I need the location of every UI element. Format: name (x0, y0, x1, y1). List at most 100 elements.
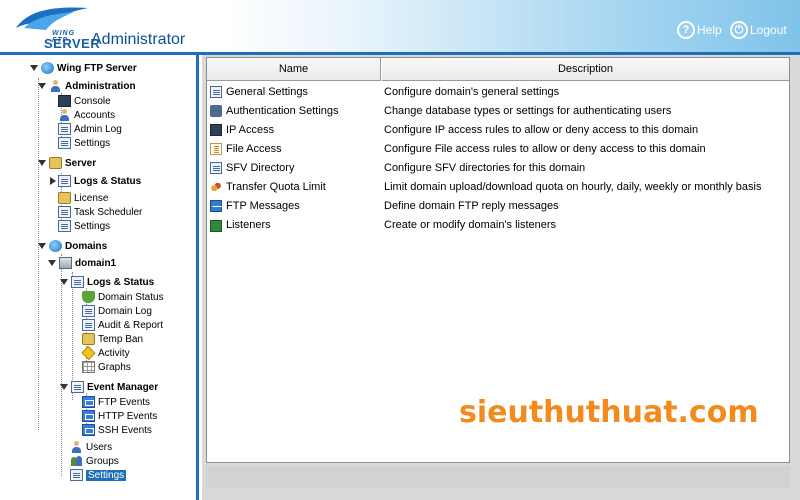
tree-node-domain1[interactable]: domain1 (48, 256, 116, 270)
console-icon (58, 95, 71, 107)
row-description: Define domain FTP reply messages (384, 199, 559, 212)
general-settings-link[interactable]: General Settings (207, 85, 383, 98)
tree-label: Wing FTP Server (57, 62, 137, 74)
tree-label: Users (86, 441, 113, 453)
ftp-events-icon (82, 396, 95, 408)
help-button[interactable]: ? Help (677, 20, 722, 40)
row-description: Change database types or settings for au… (384, 104, 672, 117)
ip-access-link[interactable]: IP Access (207, 123, 383, 136)
ssh-events-icon (82, 424, 95, 436)
tree-label: Domain Log (98, 305, 152, 317)
sfv-directory-link[interactable]: SFV Directory (207, 161, 383, 174)
domain-log-icon (82, 305, 95, 317)
column-header-name[interactable]: Name (207, 58, 381, 81)
tree-node-domains[interactable]: Domains (38, 239, 107, 253)
sidebar-item-audit-report[interactable]: Audit & Report (82, 318, 163, 332)
audit-report-icon (82, 319, 95, 331)
row-name: Transfer Quota Limit (226, 180, 326, 193)
listeners-icon (210, 220, 222, 232)
collapse-arrow-icon[interactable] (38, 83, 46, 89)
logout-button[interactable]: ⏻ Logout (730, 20, 787, 40)
row-description: Configure SFV directories for this domai… (384, 161, 586, 174)
settings-icon (58, 137, 71, 149)
settings-page-icon (210, 85, 222, 98)
tree-label: Accounts (74, 109, 116, 121)
sidebar-item-activity[interactable]: Activity (81, 345, 130, 361)
row-description: Configure IP access rules to allow or de… (384, 123, 699, 136)
quota-icon (210, 180, 222, 193)
table-row: SFV Directory Configure SFV directories … (207, 158, 789, 177)
sidebar-item-admin-settings[interactable]: Settings (58, 136, 110, 150)
file-access-link[interactable]: File Access (207, 142, 383, 155)
tree-node-server-logs-status[interactable]: Logs & Status (48, 174, 141, 188)
settings-icon (58, 220, 71, 232)
tree-label: Settings (86, 469, 127, 481)
log-icon (58, 123, 71, 135)
tree-label: Settings (74, 220, 111, 232)
tree-label: Admin Log (74, 123, 122, 135)
tree-node-event-manager[interactable]: Event Manager (60, 380, 158, 394)
ftp-messages-link[interactable]: FTP Messages (207, 199, 383, 212)
sidebar-item-http-events[interactable]: HTTP Events (82, 409, 157, 423)
domain-status-icon (82, 291, 95, 303)
sidebar-item-server-settings[interactable]: Settings (58, 219, 110, 233)
collapse-arrow-icon[interactable] (38, 160, 46, 166)
tree-node-server[interactable]: Server (38, 156, 96, 170)
sidebar-item-domain-status[interactable]: Domain Status (82, 290, 164, 304)
authentication-settings-link[interactable]: Authentication Settings (207, 104, 383, 117)
power-icon: ⏻ (730, 21, 748, 39)
tree-label: domain1 (75, 257, 117, 269)
collapse-arrow-icon[interactable] (60, 279, 68, 285)
sidebar-tree: Wing FTP Server Administration Console A… (0, 55, 199, 500)
row-name: IP Access (226, 123, 275, 136)
task-scheduler-icon (58, 206, 71, 218)
http-events-icon (82, 410, 95, 422)
sidebar-item-console[interactable]: Console (58, 94, 111, 108)
tree-root-wing-ftp-server[interactable]: Wing FTP Server (30, 61, 137, 75)
collapse-arrow-icon[interactable] (48, 260, 56, 266)
tree-node-administration[interactable]: Administration (38, 79, 136, 93)
domains-icon (49, 240, 62, 252)
sidebar-item-temp-ban[interactable]: Temp Ban (82, 332, 143, 346)
watermark-text: sieuthuthuat.com (459, 395, 759, 430)
collapse-arrow-icon[interactable] (38, 243, 46, 249)
tree-node-domain-logs-status[interactable]: Logs & Status (60, 275, 154, 289)
sidebar-item-license[interactable]: License (58, 191, 108, 205)
help-label: Help (697, 23, 722, 37)
transfer-quota-limit-link[interactable]: Transfer Quota Limit (207, 180, 383, 193)
sidebar-item-users[interactable]: Users (70, 440, 112, 454)
sidebar-item-domain-log[interactable]: Domain Log (82, 304, 152, 318)
sidebar-item-ftp-events[interactable]: FTP Events (82, 395, 150, 409)
graphs-icon (82, 361, 95, 373)
table-row: FTP Messages Define domain FTP reply mes… (207, 196, 789, 215)
sidebar-item-admin-log[interactable]: Admin Log (58, 122, 122, 136)
column-header-description[interactable]: Description (382, 58, 789, 81)
tree-label: Graphs (98, 361, 131, 373)
table-row: Transfer Quota Limit Limit domain upload… (207, 177, 789, 196)
tree-label: Administration (65, 80, 136, 92)
sidebar-item-graphs[interactable]: Graphs (82, 360, 131, 374)
ftp-messages-icon (210, 199, 222, 212)
tree-label: License (74, 192, 109, 204)
collapse-arrow-icon[interactable] (60, 384, 68, 390)
sidebar-item-domain-settings[interactable]: Settings (70, 468, 127, 482)
tree-label: Settings (74, 137, 111, 149)
table-row: Listeners Create or modify domain's list… (207, 215, 789, 234)
sidebar-item-ssh-events[interactable]: SSH Events (82, 423, 152, 437)
collapse-arrow-icon[interactable] (30, 65, 38, 71)
settings-icon (70, 469, 83, 481)
tree-label: Domain Status (98, 291, 164, 303)
sidebar-item-accounts[interactable]: Accounts (58, 108, 115, 122)
row-description: Create or modify domain's listeners (384, 218, 557, 231)
sidebar-item-groups[interactable]: Groups (70, 454, 119, 468)
tree-label: Event Manager (87, 381, 159, 393)
sidebar-item-task-scheduler[interactable]: Task Scheduler (58, 205, 142, 219)
expand-arrow-icon[interactable] (50, 177, 56, 185)
row-name: FTP Messages (226, 199, 300, 212)
tree-label: FTP Events (98, 396, 151, 408)
groups-icon (70, 455, 83, 467)
tree-label: Logs & Status (87, 276, 155, 288)
tree-label: Task Scheduler (74, 206, 143, 218)
logs-status-icon (58, 175, 71, 187)
listeners-link[interactable]: Listeners (207, 217, 383, 232)
